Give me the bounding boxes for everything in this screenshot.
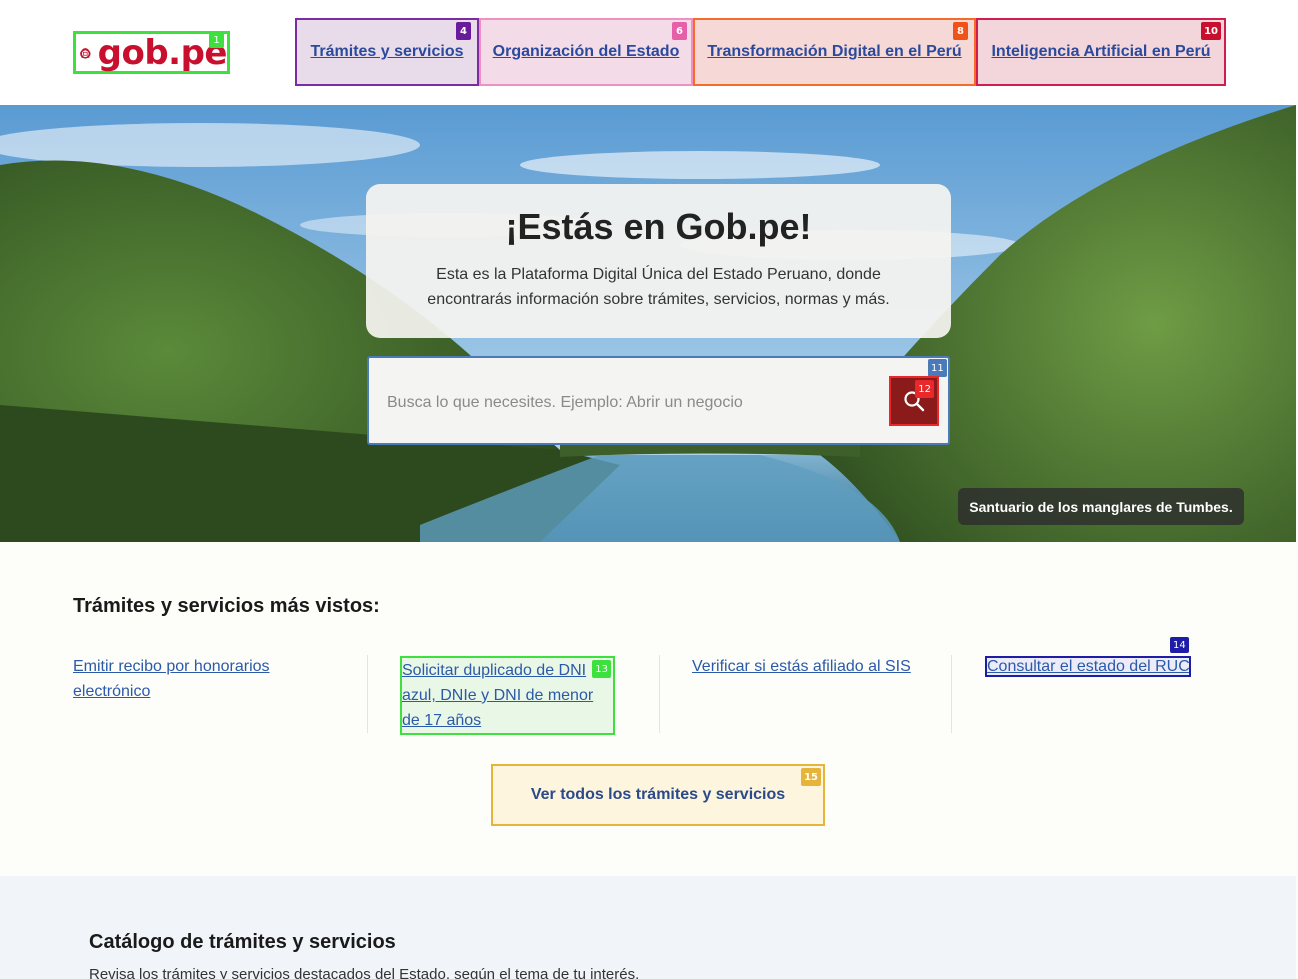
catalog-title: Catálogo de trámites y servicios	[89, 931, 396, 953]
nav-inteligencia-artificial[interactable]: Inteligencia Artificial en Perú 10	[976, 18, 1226, 86]
element-badge: 12	[915, 380, 934, 398]
service-link-duplicado-dni[interactable]: Solicitar duplicado de DNI azul, DNIe y …	[400, 656, 615, 735]
service-link-afiliado-sis[interactable]: Verificar si estás afiliado al SIS	[692, 654, 917, 679]
nav-label: Transformación Digital en el Perú	[707, 43, 962, 60]
nav-label: Organización del Estado	[492, 43, 680, 60]
hero-intro-card: ¡Estás en Gob.pe! Esta es la Plataforma …	[366, 184, 951, 338]
nav-organizacion-del-estado[interactable]: Organización del Estado 6	[479, 18, 693, 86]
hero-description: Esta es la Plataforma Digital Única del …	[427, 266, 890, 308]
service-link-label: Solicitar duplicado de DNI azul, DNIe y …	[402, 662, 594, 729]
site-header: gob.pe 1 Trámites y servicios 4 Organiza…	[0, 0, 1298, 105]
element-badge: 14	[1170, 637, 1189, 653]
service-link-recibo-honorarios[interactable]: Emitir recibo por honorarios electrónico	[73, 654, 313, 704]
element-badge: 8	[953, 22, 968, 40]
column-divider	[367, 655, 368, 733]
hero-title: ¡Estás en Gob.pe!	[505, 206, 812, 247]
search-button[interactable]: 12	[889, 376, 939, 426]
element-badge: 15	[801, 768, 821, 786]
view-all-label: Ver todos los trámites y servicios	[530, 786, 786, 803]
search-input[interactable]	[387, 386, 877, 420]
service-link-estado-ruc[interactable]: Consultar el estado del RUC	[985, 656, 1191, 677]
element-badge: 1	[209, 32, 224, 48]
nav-tramites-y-servicios[interactable]: Trámites y servicios 4	[295, 18, 479, 86]
gob-pe-logo[interactable]: gob.pe 1	[73, 31, 230, 74]
top-services-title: Trámites y servicios más vistos:	[73, 595, 380, 617]
element-badge: 13	[592, 660, 611, 678]
nav-transformacion-digital[interactable]: Transformación Digital en el Perú 8	[693, 18, 976, 86]
nav-label: Trámites y servicios	[310, 43, 464, 60]
logo-text: gob.pe	[97, 32, 228, 73]
element-badge: 4	[456, 22, 471, 40]
photo-caption: Santuario de los manglares de Tumbes.	[958, 488, 1244, 525]
catalog-description: Revisa los trámites y servicios destacad…	[89, 966, 640, 979]
element-badge: 10	[1201, 22, 1221, 40]
column-divider	[951, 655, 952, 733]
column-divider	[659, 655, 660, 733]
search-box: 11 12	[367, 356, 950, 445]
view-all-services-button[interactable]: Ver todos los trámites y servicios 15	[491, 764, 825, 826]
nav-label: Inteligencia Artificial en Perú	[991, 43, 1211, 60]
catalog-section: Catálogo de trámites y servicios Revisa …	[0, 876, 1296, 979]
element-badge: 11	[928, 359, 947, 377]
service-link-label: Consultar el estado del RUC	[987, 658, 1190, 675]
coat-of-arms-icon	[80, 47, 91, 59]
hero-banner: ¡Estás en Gob.pe! Esta es la Plataforma …	[0, 105, 1296, 542]
element-badge: 6	[672, 22, 687, 40]
